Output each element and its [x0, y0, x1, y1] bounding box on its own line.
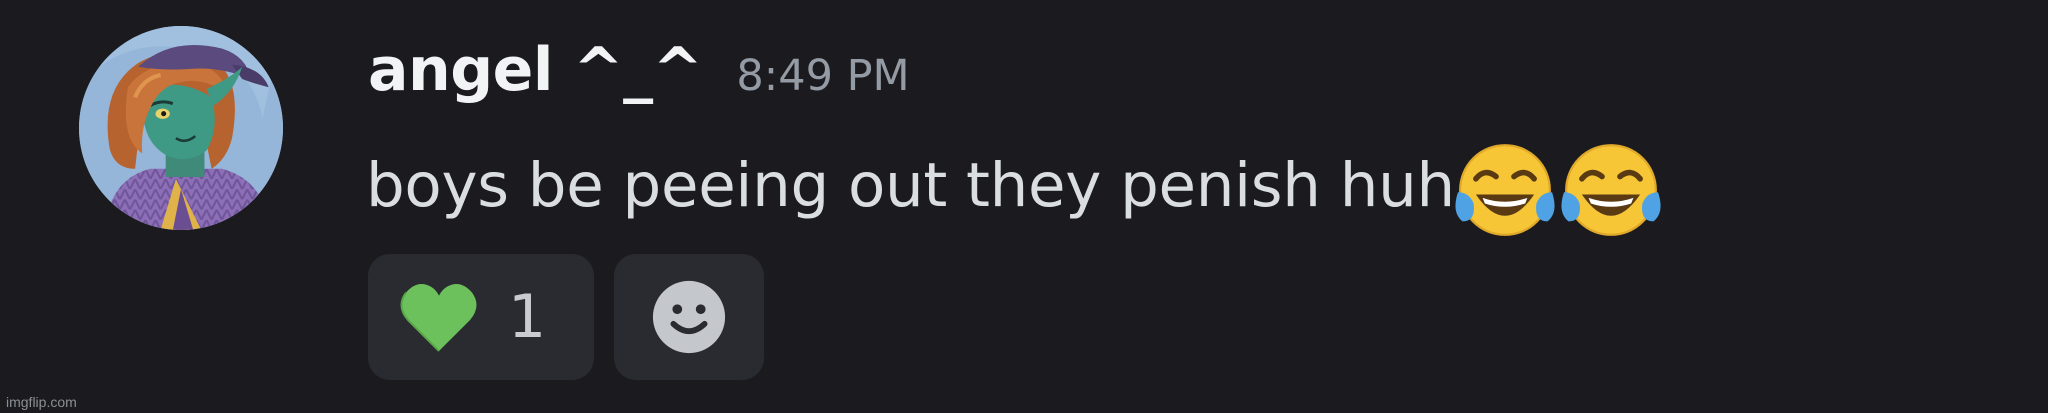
green-heart-icon: [400, 284, 477, 352]
user-avatar[interactable]: [79, 26, 283, 230]
username[interactable]: angel ^_^: [368, 30, 703, 110]
message-timestamp[interactable]: 8:49 PM: [736, 36, 909, 116]
message-text: boys be peeing out they penish huh: [366, 150, 1455, 221]
reaction-count: 1: [508, 282, 547, 352]
add-reaction-button[interactable]: [614, 254, 764, 380]
green-heart-reaction-button[interactable]: 1: [368, 254, 594, 380]
tears-of-joy-emoji-icon: [1449, 134, 1561, 246]
chat-message: angel ^_^ 8:49 PM boys be peeing out the…: [0, 0, 2048, 413]
message-content: boys be peeing out they penish huh: [366, 136, 1667, 236]
message-header: angel ^_^ 8:49 PM: [368, 30, 910, 110]
avatar-illustration: [79, 26, 283, 230]
imgflip-watermark: imgflip.com: [6, 394, 77, 410]
tears-of-joy-emoji-icon: [1555, 134, 1667, 246]
smiley-face-icon: [652, 280, 726, 354]
reactions-bar: 1: [368, 254, 764, 380]
